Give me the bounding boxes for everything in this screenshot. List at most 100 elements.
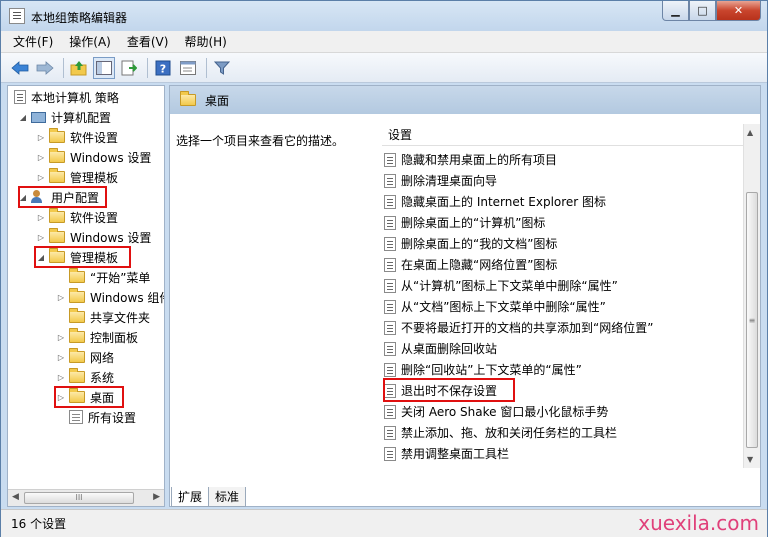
close-button[interactable]: ✕ bbox=[716, 1, 761, 21]
maximize-button[interactable]: □ bbox=[689, 1, 716, 21]
tree-item-start-menu[interactable]: “开始”菜单 bbox=[66, 267, 150, 287]
setting-row[interactable]: 删除桌面上的“计算机”图标 bbox=[384, 212, 545, 233]
collapsed-arrow-icon[interactable]: ▷ bbox=[56, 393, 66, 402]
properties-icon[interactable] bbox=[177, 57, 199, 79]
policy-setting-icon bbox=[384, 446, 396, 461]
collapsed-arrow-icon[interactable]: ▷ bbox=[36, 213, 46, 222]
export-list-icon[interactable] bbox=[118, 57, 140, 79]
menu-help[interactable]: 帮助(H) bbox=[184, 33, 226, 50]
collapsed-arrow-icon[interactable]: ▷ bbox=[36, 153, 46, 162]
setting-row[interactable]: 不要将最近打开的文档的共享添加到“网络位置” bbox=[384, 317, 653, 338]
folder-icon bbox=[49, 208, 65, 223]
setting-label: 退出时不保存设置 bbox=[401, 384, 498, 398]
tree-item-cc-templates[interactable]: ▷ 管理模板 bbox=[36, 167, 118, 187]
collapsed-arrow-icon[interactable]: ▷ bbox=[56, 333, 66, 342]
collapsed-arrow-icon[interactable]: ▷ bbox=[56, 373, 66, 382]
tree-item-label: 本地计算机 策略 bbox=[31, 90, 119, 105]
tree-item-label: 控制面板 bbox=[90, 330, 139, 345]
scroll-down-arrow-icon[interactable]: ▼ bbox=[747, 455, 753, 464]
folder-icon bbox=[49, 168, 65, 183]
setting-row[interactable]: 删除“回收站”上下文菜单的“属性” bbox=[384, 359, 582, 380]
policy-setting-icon bbox=[384, 320, 396, 335]
tree-item-system[interactable]: ▷ 系统 bbox=[56, 367, 114, 387]
tree-item-local-policy[interactable]: 本地计算机 策略 bbox=[14, 87, 119, 107]
setting-row[interactable]: 隐藏桌面上的 Internet Explorer 图标 bbox=[384, 191, 606, 212]
scroll-up-arrow-icon[interactable]: ▲ bbox=[747, 128, 753, 137]
setting-row[interactable]: 从桌面删除回收站 bbox=[384, 338, 497, 359]
policy-setting-icon bbox=[384, 215, 396, 230]
scroll-thumb[interactable]: ≡ bbox=[746, 192, 758, 448]
tree-item-network[interactable]: ▷ 网络 bbox=[56, 347, 114, 367]
help-icon[interactable]: ? bbox=[152, 57, 174, 79]
show-hide-tree-icon[interactable] bbox=[93, 56, 115, 79]
setting-row[interactable]: 隐藏和禁用桌面上的所有项目 bbox=[384, 149, 557, 170]
tree-item-uc-templates[interactable]: ◢ 管理模板 bbox=[36, 247, 118, 267]
menu-view[interactable]: 查看(V) bbox=[127, 33, 169, 50]
tab-standard[interactable]: 标准 bbox=[208, 487, 247, 507]
watermark-text: xuexila.com bbox=[638, 511, 759, 535]
policy-setting-icon bbox=[384, 236, 396, 251]
toolbar-separator bbox=[63, 57, 64, 78]
filter-icon[interactable] bbox=[211, 57, 233, 79]
tree-item-uc-windows[interactable]: ▷ Windows 设置 bbox=[36, 227, 151, 247]
tree-item-label: 桌面 bbox=[90, 390, 115, 405]
setting-label: 隐藏和禁用桌面上的所有项目 bbox=[401, 153, 558, 167]
tree-item-shared-folders[interactable]: 共享文件夹 bbox=[66, 307, 150, 327]
tab-extended[interactable]: 扩展 bbox=[171, 487, 210, 507]
collapsed-arrow-icon[interactable]: ▷ bbox=[56, 293, 66, 302]
collapsed-arrow-icon[interactable]: ▷ bbox=[36, 233, 46, 242]
collapsed-arrow-icon[interactable]: ▷ bbox=[36, 133, 46, 142]
back-arrow-icon[interactable] bbox=[9, 57, 31, 79]
expanded-arrow-icon[interactable]: ◢ bbox=[18, 193, 28, 202]
tree-item-control-panel[interactable]: ▷ 控制面板 bbox=[56, 327, 138, 347]
menu-action[interactable]: 操作(A) bbox=[69, 33, 111, 50]
scroll-thumb[interactable]: III bbox=[24, 492, 134, 504]
up-folder-icon[interactable] bbox=[68, 57, 90, 79]
setting-row[interactable]: 禁止添加、拖、放和关闭任务栏的工具栏 bbox=[384, 422, 617, 443]
folder-icon bbox=[49, 248, 65, 263]
scroll-right-arrow-icon[interactable]: ▶ bbox=[153, 492, 160, 502]
svg-text:?: ? bbox=[160, 62, 166, 75]
title-bar[interactable]: 本地组策略编辑器 ▁ □ ✕ bbox=[1, 1, 767, 31]
expanded-arrow-icon[interactable]: ◢ bbox=[36, 253, 46, 262]
tree-item-user-config[interactable]: ◢ 用户配置 bbox=[18, 187, 99, 207]
tree-item-computer-config[interactable]: ◢ 计算机配置 bbox=[18, 107, 111, 127]
tree-item-desktop[interactable]: ▷ 桌面 bbox=[56, 387, 114, 407]
tree-item-cc-windows[interactable]: ▷ Windows 设置 bbox=[36, 147, 151, 167]
tree-item-label: “开始”菜单 bbox=[90, 270, 151, 285]
menu-file[interactable]: 文件(F) bbox=[13, 33, 53, 50]
collapsed-arrow-icon[interactable]: ▷ bbox=[56, 353, 66, 362]
folder-icon bbox=[49, 128, 65, 143]
setting-label: 从“文档”图标上下文菜单中删除“属性” bbox=[401, 300, 606, 314]
tree-item-cc-software[interactable]: ▷ 软件设置 bbox=[36, 127, 118, 147]
tree-item-label: 管理模板 bbox=[70, 250, 119, 265]
navigation-tree: 本地计算机 策略 ◢ 计算机配置 ▷ 软件设置 ▷ Windows 设置 ▷ 管… bbox=[7, 85, 165, 507]
toolbar-separator bbox=[206, 57, 207, 78]
tree-item-uc-software[interactable]: ▷ 软件设置 bbox=[36, 207, 118, 227]
list-vertical-scrollbar[interactable]: ▲ ≡ ▼ bbox=[743, 124, 760, 468]
app-window: 本地组策略编辑器 ▁ □ ✕ 文件(F) 操作(A) 查看(V) 帮助(H) ?… bbox=[0, 0, 768, 537]
setting-row[interactable]: 从“文档”图标上下文菜单中删除“属性” bbox=[384, 296, 606, 317]
setting-row[interactable]: 关闭 Aero Shake 窗口最小化鼠标手势 bbox=[384, 401, 608, 422]
expanded-arrow-icon[interactable]: ◢ bbox=[18, 113, 28, 122]
tree-item-label: 软件设置 bbox=[70, 210, 119, 225]
folder-icon bbox=[69, 328, 85, 343]
tree-item-all-settings[interactable]: 所有设置 bbox=[66, 407, 136, 427]
minimize-button[interactable]: ▁ bbox=[662, 1, 689, 21]
forward-arrow-icon[interactable] bbox=[34, 57, 56, 79]
column-header-setting[interactable]: 设置 bbox=[382, 124, 760, 146]
collapsed-arrow-icon[interactable]: ▷ bbox=[36, 173, 46, 182]
tree-item-windows-components[interactable]: ▷ Windows 组件 bbox=[56, 287, 164, 307]
view-tabs: 扩展 标准 bbox=[171, 487, 247, 507]
scroll-left-arrow-icon[interactable]: ◀ bbox=[12, 492, 19, 502]
folder-icon bbox=[49, 228, 65, 243]
policy-setting-icon bbox=[384, 152, 396, 167]
setting-row[interactable]: 删除清理桌面向导 bbox=[384, 170, 497, 191]
toolbar-separator bbox=[147, 57, 148, 78]
setting-row[interactable]: 在桌面上隐藏“网络位置”图标 bbox=[384, 254, 557, 275]
setting-row[interactable]: 退出时不保存设置 bbox=[384, 380, 497, 401]
setting-row[interactable]: 从“计算机”图标上下文菜单中删除“属性” bbox=[384, 275, 618, 296]
tree-horizontal-scrollbar[interactable]: ◀ III ▶ bbox=[8, 489, 164, 506]
setting-row[interactable]: 禁用调整桌面工具栏 bbox=[384, 443, 509, 464]
setting-row[interactable]: 删除桌面上的“我的文档”图标 bbox=[384, 233, 557, 254]
